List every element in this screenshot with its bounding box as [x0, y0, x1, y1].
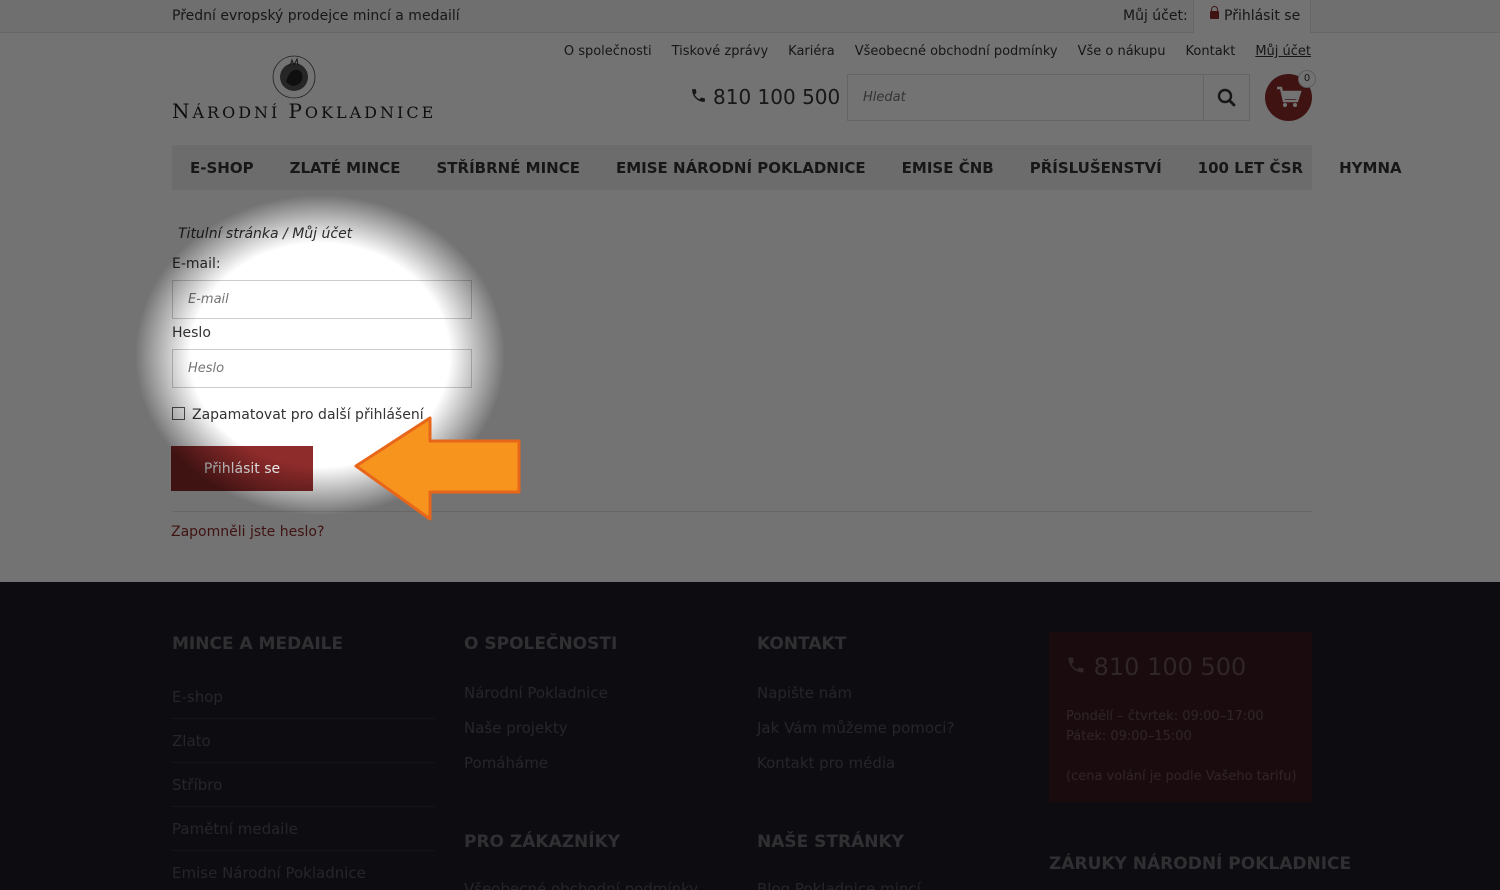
- lock-icon: [1210, 6, 1219, 19]
- remember-checkbox[interactable]: [172, 407, 185, 420]
- nav-item-hymna[interactable]: HYMNA: [1339, 159, 1402, 177]
- footer-separator: [172, 806, 435, 807]
- search-input[interactable]: [848, 75, 1204, 120]
- footer-link-emise-np[interactable]: Emise Národní Pokladnice: [172, 864, 366, 882]
- footer-hours-friday: Pátek: 09:00–15:00: [1066, 729, 1192, 744]
- footer-col2-title: O SPOLEČNOSTI: [464, 634, 618, 654]
- forgot-password-link[interactable]: Zapomněli jste heslo?: [171, 524, 324, 540]
- header-phone[interactable]: 810 100 500: [690, 85, 840, 109]
- password-field[interactable]: [172, 349, 472, 388]
- footer-link-pametni-medaile[interactable]: Pamětní medaile: [172, 820, 298, 838]
- email-label: E-mail:: [172, 256, 221, 272]
- tagline: Přední evropský prodejce mincí a medailí: [172, 8, 460, 24]
- footer-link-kontakt-media[interactable]: Kontakt pro média: [757, 754, 895, 772]
- top-link-vse-o-nakupu[interactable]: Vše o nákupu: [1078, 44, 1166, 59]
- top-login-button[interactable]: Přihlásit se: [1193, 0, 1311, 33]
- nav-item-prislusenstvi[interactable]: PŘÍSLUŠENSTVÍ: [1030, 159, 1162, 177]
- footer-link-zlato[interactable]: Zlato: [172, 732, 211, 750]
- search-icon: [1217, 88, 1236, 107]
- phone-icon: [692, 89, 705, 102]
- nav-item-stribrne-mince[interactable]: STŘÍBRNÉ MINCE: [436, 159, 580, 177]
- top-link-kariera[interactable]: Kariéra: [788, 44, 835, 59]
- breadcrumb[interactable]: Titulní stránka / Můj účet: [178, 226, 352, 242]
- footer-separator: [172, 850, 435, 851]
- footer-link-blog[interactable]: Blog Pokladnice mincí: [757, 880, 921, 890]
- login-submit-button[interactable]: Přihlásit se: [171, 446, 313, 491]
- footer-link-stribro[interactable]: Stříbro: [172, 776, 222, 794]
- nav-item-zlate-mince[interactable]: ZLATÉ MINCE: [290, 159, 401, 177]
- account-label: Můj účet:: [1123, 8, 1188, 24]
- cart-button[interactable]: 0: [1265, 70, 1316, 121]
- footer-phone[interactable]: 810 100 500: [1066, 653, 1246, 681]
- top-login-link[interactable]: Přihlásit se: [1224, 8, 1300, 24]
- footer: MINCE A MEDAILE E-shop Zlato Stříbro Pam…: [0, 582, 1500, 890]
- footer-link-vop[interactable]: Všeobecné obchodní podmínky: [464, 880, 698, 890]
- footer-link-jak-pomoci[interactable]: Jak Vám můžeme pomoci?: [757, 719, 954, 737]
- footer-col1-title: MINCE A MEDAILE: [172, 634, 344, 654]
- footer-link-pomahame[interactable]: Pomáháme: [464, 754, 548, 772]
- lion-seal-icon: [272, 55, 316, 99]
- footer-link-napiste-nam[interactable]: Napište nám: [757, 684, 852, 702]
- footer-separator: [172, 762, 435, 763]
- nav-item-100-let-csr[interactable]: 100 LET ČSR: [1198, 159, 1303, 177]
- top-link-muj-ucet[interactable]: Můj účet: [1255, 44, 1311, 59]
- top-link-o-spolecnosti[interactable]: O společnosti: [564, 44, 652, 59]
- nav-item-eshop[interactable]: E-SHOP: [190, 159, 254, 177]
- logo-text: NÁRODNÍ POKLADNICE: [172, 99, 437, 123]
- phone-icon: [1068, 657, 1084, 673]
- top-link-vop[interactable]: Všeobecné obchodní podmínky: [855, 44, 1058, 59]
- main-nav: E-SHOP ZLATÉ MINCE STŘÍBRNÉ MINCE EMISE …: [172, 145, 1402, 190]
- footer-contact-box: 810 100 500 Pondělí – čtvrtek: 09:00–17:…: [1049, 632, 1312, 802]
- divider: [172, 511, 1312, 512]
- footer-call-note: (cena volání je podle Vašeho tarifu): [1066, 769, 1297, 784]
- password-label: Heslo: [172, 325, 211, 341]
- footer-col3-title: KONTAKT: [757, 634, 847, 654]
- footer-col2-title2: PRO ZÁKAZNÍKY: [464, 832, 621, 852]
- top-link-kontakt[interactable]: Kontakt: [1186, 44, 1236, 59]
- footer-link-narodni-pokladnice[interactable]: Národní Pokladnice: [464, 684, 608, 702]
- footer-col3-title2: NAŠE STRÁNKY: [757, 832, 904, 852]
- nav-item-emise-cnb[interactable]: EMISE ČNB: [902, 159, 994, 177]
- footer-link-eshop[interactable]: E-shop: [172, 688, 223, 706]
- top-bar: Přední evropský prodejce mincí a medailí…: [0, 0, 1500, 33]
- top-link-tiskove-zpravy[interactable]: Tiskové zprávy: [672, 44, 769, 59]
- search-box: [847, 74, 1250, 121]
- footer-col4-title: ZÁRUKY NÁRODNÍ POKLADNICE: [1049, 854, 1352, 874]
- logo[interactable]: NÁRODNÍ POKLADNICE: [172, 52, 433, 123]
- footer-link-nase-projekty[interactable]: Naše projekty: [464, 719, 568, 737]
- search-button[interactable]: [1203, 75, 1249, 120]
- footer-separator: [172, 718, 435, 719]
- top-links: O společnosti Tiskové zprávy Kariéra Vše…: [564, 44, 1311, 59]
- email-field[interactable]: [172, 280, 472, 319]
- footer-hours-weekdays: Pondělí – čtvrtek: 09:00–17:00: [1066, 709, 1264, 724]
- nav-item-emise-np[interactable]: EMISE NÁRODNÍ POKLADNICE: [616, 159, 866, 177]
- pointer-arrow-icon: [354, 416, 521, 521]
- cart-count-badge: 0: [1298, 70, 1316, 88]
